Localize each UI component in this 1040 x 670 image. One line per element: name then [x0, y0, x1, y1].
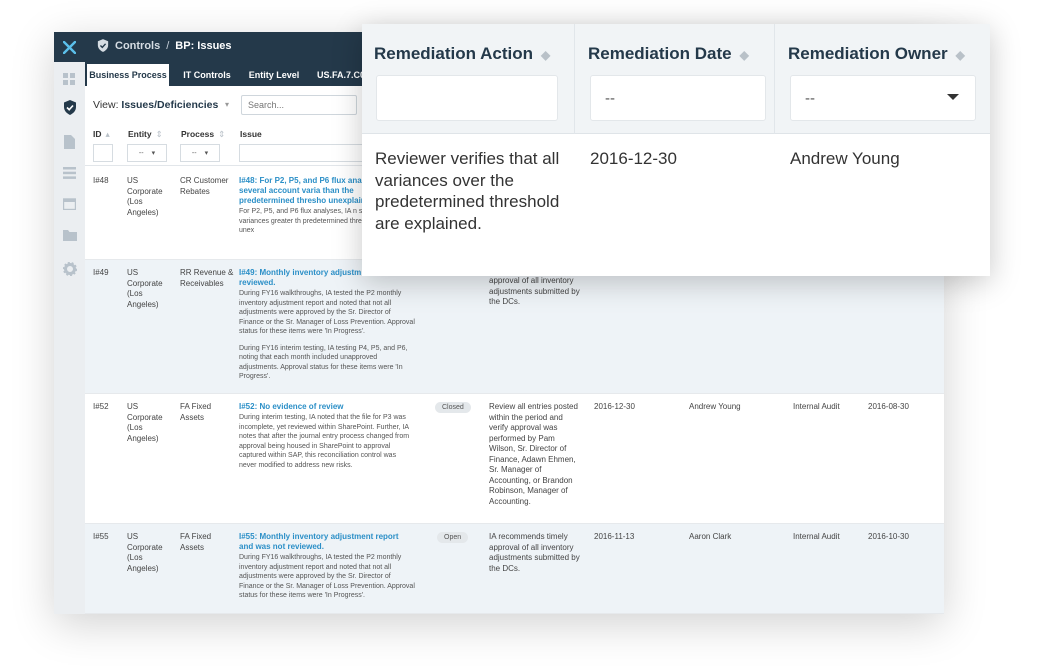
row-process: RR Revenue & Receivables — [180, 268, 234, 288]
issue-link[interactable]: I#55: Monthly inventory adjustment repor… — [239, 532, 415, 552]
calendar-icon[interactable] — [62, 196, 77, 211]
issue-link[interactable]: I#52: No evidence of review — [239, 402, 411, 412]
row-due: 2016-10-30 — [868, 532, 909, 541]
brand-logo[interactable] — [54, 32, 85, 62]
row-group: Internal Audit — [793, 402, 840, 411]
row-id: I#52 — [93, 402, 109, 411]
remediation-date-value: 2016-12-30 — [590, 149, 677, 168]
column-divider — [774, 24, 775, 134]
row-issue: I#49: Monthly inventory adjustm and was … — [239, 268, 415, 382]
tab-it-controls[interactable]: IT Controls — [177, 64, 237, 86]
dashboard-icon[interactable] — [62, 72, 77, 87]
stage: Controls / BP: Issues Business Process I… — [0, 0, 1040, 670]
col-id[interactable]: ID ▴ — [93, 129, 110, 140]
row-id: I#49 — [93, 268, 109, 277]
row-entity: US Corporate (Los Angeles) — [127, 176, 163, 217]
status-badge: Open — [437, 532, 469, 543]
gear-icon[interactable] — [62, 261, 77, 276]
row-group: Internal Audit — [793, 532, 840, 541]
column-divider — [574, 24, 575, 134]
remediation-action-value: Reviewer verifies that all variances ove… — [375, 149, 560, 233]
remediation-date-filter[interactable]: -- — [590, 75, 766, 121]
folder-icon[interactable] — [62, 228, 77, 243]
view-label: View: — [93, 99, 119, 111]
issue-description: During FY16 walkthroughs, IA tested the … — [239, 290, 415, 335]
row-id: I#48 — [93, 176, 109, 185]
list-icon[interactable] — [62, 165, 77, 180]
view-selector[interactable]: View: Issues/Deficiencies — [93, 99, 218, 111]
breadcrumb-separator: / — [166, 39, 170, 52]
breadcrumb-root[interactable]: Controls — [115, 40, 160, 52]
col-remediation-date: Remediation Date ◆ -- — [576, 24, 774, 134]
row-date: 2016-12-30 — [594, 402, 635, 411]
row-action: approval of all inventory adjustments su… — [489, 276, 580, 306]
zoom-header: Remediation Action ◆ Remediation Date ◆ --… — [362, 24, 990, 134]
view-value: Issues/Deficiencies — [121, 99, 219, 111]
row-entity: US Corporate (Los Angeles) — [127, 268, 163, 309]
status-badge: Closed — [435, 402, 471, 413]
row-entity: US Corporate (Los Angeles) — [127, 532, 163, 573]
issue-description: During interim testing, IA noted that th… — [239, 414, 410, 469]
row-process: FA Fixed Assets — [180, 402, 212, 422]
col-remediation-action-header[interactable]: Remediation Action ◆ — [374, 44, 550, 64]
chevron-down-icon: ▾ — [225, 100, 230, 109]
col-issue[interactable]: Issue — [240, 129, 262, 139]
col-entity[interactable]: Entity ⇕ — [128, 129, 163, 140]
chevron-down-icon — [947, 94, 959, 100]
row-process: FA Fixed Assets — [180, 532, 212, 552]
row-issue: I#52: No evidence of review During inter… — [239, 402, 411, 470]
col-remediation-owner: Remediation Owner ◆ -- — [776, 24, 990, 134]
row-date: 2016-11-13 — [594, 532, 635, 541]
id-filter[interactable] — [93, 144, 113, 162]
col-remediation-action: Remediation Action ◆ — [362, 24, 574, 134]
row-entity: US Corporate (Los Angeles) — [127, 402, 163, 443]
tab-business-process[interactable]: Business Process — [87, 64, 169, 86]
shield-icon — [97, 39, 109, 52]
document-icon[interactable] — [62, 134, 77, 149]
breadcrumb-current: BP: Issues — [175, 39, 232, 52]
process-filter[interactable]: -- ▾ — [180, 144, 220, 162]
row-issue: I#55: Monthly inventory adjustment repor… — [239, 532, 415, 601]
table-row[interactable]: I#49 US Corporate (Los Angeles) RR Reven… — [85, 260, 944, 394]
row-process: CR Customer Rebates — [180, 176, 229, 196]
row-action: Review all entries posted within the per… — [489, 402, 578, 506]
row-owner: Aaron Clark — [689, 532, 732, 541]
tab-entity-level[interactable]: Entity Level — [245, 64, 303, 86]
row-action: IA recommends timely approval of all inv… — [489, 532, 580, 573]
issue-description: During FY16 walkthroughs, IA tested the … — [239, 554, 415, 599]
remediation-action-filter[interactable] — [376, 75, 558, 121]
col-remediation-date-header[interactable]: Remediation Date ◆ — [588, 44, 749, 64]
zoom-row: Reviewer verifies that all variances ove… — [362, 134, 990, 276]
table-row[interactable]: I#55 US Corporate (Los Angeles) FA Fixed… — [85, 524, 944, 614]
row-owner: Andrew Young — [689, 402, 741, 411]
search-input[interactable] — [241, 95, 357, 115]
shield-check-icon[interactable] — [62, 100, 77, 115]
col-process[interactable]: Process ⇕ — [181, 129, 225, 140]
entity-filter[interactable]: -- ▾ — [127, 144, 167, 162]
breadcrumb: Controls / BP: Issues — [97, 39, 232, 52]
row-due: 2016-08-30 — [868, 402, 909, 411]
remediation-owner-filter[interactable]: -- — [790, 75, 976, 121]
x-logo-icon — [63, 40, 76, 54]
row-id: I#55 — [93, 532, 109, 541]
sidebar — [54, 32, 85, 614]
issue-filter[interactable] — [239, 144, 379, 162]
table-row[interactable]: I#52 US Corporate (Los Angeles) FA Fixed… — [85, 394, 944, 524]
issue-description-extra: During FY16 interim testing, IA testing … — [239, 344, 408, 381]
zoom-panel: Remediation Action ◆ Remediation Date ◆ --… — [362, 24, 990, 276]
remediation-owner-value: Andrew Young — [790, 149, 900, 168]
col-remediation-owner-header[interactable]: Remediation Owner ◆ — [788, 44, 965, 64]
